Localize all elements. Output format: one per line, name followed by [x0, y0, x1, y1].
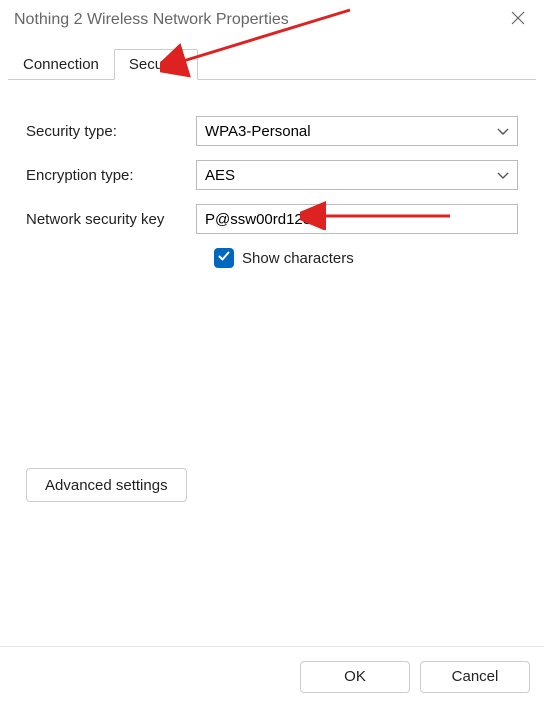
- show-characters-label[interactable]: Show characters: [242, 250, 354, 267]
- cancel-button[interactable]: Cancel: [420, 661, 530, 693]
- tab-connection[interactable]: Connection: [8, 49, 114, 80]
- network-key-input[interactable]: P@ssw00rd123: [196, 204, 518, 234]
- close-button[interactable]: [506, 8, 530, 32]
- close-icon: [511, 11, 525, 30]
- chevron-down-icon: [497, 123, 509, 140]
- network-key-label: Network security key: [26, 211, 196, 228]
- security-type-label: Security type:: [26, 123, 196, 140]
- tab-bar: Connection Security: [0, 48, 544, 79]
- network-key-value: P@ssw00rd123: [205, 211, 311, 228]
- encryption-type-label: Encryption type:: [26, 167, 196, 184]
- security-type-combo[interactable]: WPA3-Personal: [196, 116, 518, 146]
- checkmark-icon: [217, 249, 231, 268]
- security-type-value: WPA3-Personal: [205, 123, 311, 140]
- encryption-type-combo[interactable]: AES: [196, 160, 518, 190]
- show-characters-checkbox[interactable]: [214, 248, 234, 268]
- ok-button[interactable]: OK: [300, 661, 410, 693]
- chevron-down-icon: [497, 167, 509, 184]
- window-title: Nothing 2 Wireless Network Properties: [14, 11, 289, 29]
- advanced-settings-button[interactable]: Advanced settings: [26, 468, 187, 502]
- tab-security[interactable]: Security: [114, 49, 198, 80]
- encryption-type-value: AES: [205, 167, 235, 184]
